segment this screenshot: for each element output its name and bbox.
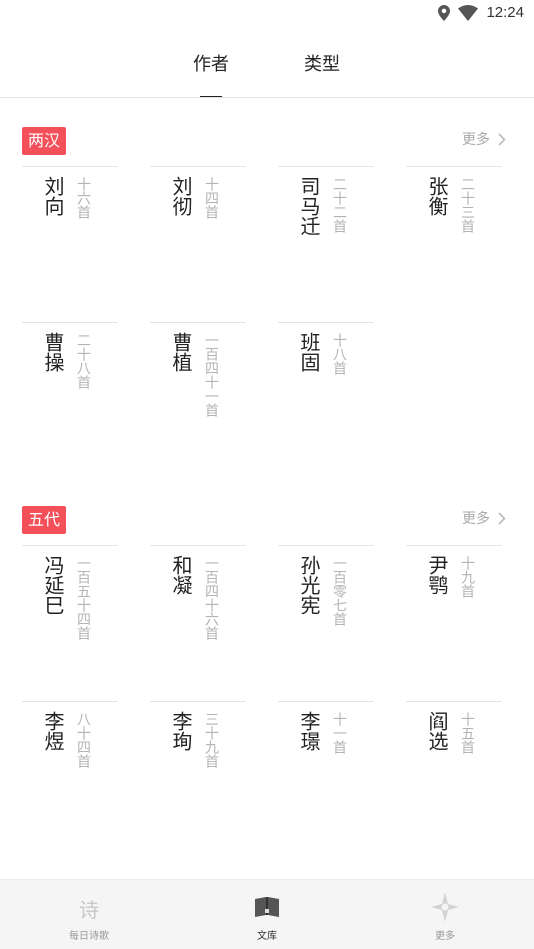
poem-count: 二十二首 bbox=[331, 177, 347, 233]
poem-count: 二十三首 bbox=[459, 177, 475, 233]
chevron-right-icon bbox=[498, 132, 506, 146]
tab-authors[interactable]: 作者 bbox=[193, 50, 229, 76]
author-name: 孙光宪 bbox=[297, 555, 321, 615]
poem-count: 二十八首 bbox=[75, 333, 91, 389]
poem-character-icon: 诗 bbox=[79, 898, 99, 922]
author-name: 刘彻 bbox=[169, 176, 193, 216]
more-label: 更多 bbox=[462, 511, 490, 527]
author-card[interactable]: 李璟 十一首 bbox=[278, 701, 374, 851]
tabs-divider bbox=[0, 97, 534, 98]
nav-label: 每日诗歌 bbox=[69, 931, 109, 942]
author-name: 张衡 bbox=[425, 176, 449, 216]
more-link[interactable]: 更多 bbox=[462, 508, 506, 528]
poem-count: 一百零七首 bbox=[331, 556, 347, 626]
open-book-icon bbox=[255, 897, 279, 917]
poem-count: 十六首 bbox=[75, 177, 91, 219]
dynasty-tag: 五代 bbox=[22, 506, 67, 534]
poem-count: 八十四首 bbox=[75, 712, 91, 768]
poem-count: 三十九首 bbox=[203, 712, 219, 768]
bottom-nav: 诗 每日诗歌 文库 更多 bbox=[0, 879, 534, 949]
status-time: 12:24 bbox=[486, 4, 524, 21]
author-card[interactable]: 李珣 三十九首 bbox=[150, 701, 246, 851]
author-card[interactable]: 和凝 一百四十六首 bbox=[150, 545, 246, 695]
author-name: 班固 bbox=[297, 332, 321, 372]
author-name: 阎选 bbox=[425, 711, 449, 751]
chevron-right-icon bbox=[498, 511, 506, 525]
author-name: 刘向 bbox=[41, 176, 65, 216]
author-name: 李璟 bbox=[297, 711, 321, 751]
status-bar: 12:24 bbox=[0, 0, 534, 28]
poem-count: 一百五十四首 bbox=[75, 556, 91, 640]
compass-star-icon bbox=[431, 892, 459, 922]
wifi-icon bbox=[458, 4, 479, 21]
poem-count: 十五首 bbox=[459, 712, 475, 754]
poem-count: 十四首 bbox=[203, 177, 219, 219]
poem-count: 十一首 bbox=[331, 712, 347, 754]
author-name: 冯延巳 bbox=[41, 555, 65, 615]
more-link[interactable]: 更多 bbox=[462, 129, 506, 149]
author-name: 李煜 bbox=[41, 711, 65, 751]
nav-daily-poem[interactable]: 诗 每日诗歌 bbox=[0, 880, 178, 949]
author-name: 尹鹗 bbox=[425, 555, 449, 595]
nav-label: 更多 bbox=[435, 931, 455, 942]
more-label: 更多 bbox=[462, 132, 490, 148]
author-card[interactable]: 孙光宪 一百零七首 bbox=[278, 545, 374, 695]
author-card[interactable]: 刘彻 十四首 bbox=[150, 166, 246, 316]
tab-types[interactable]: 类型 bbox=[304, 50, 340, 76]
top-tabs: 作者 类型 bbox=[0, 40, 534, 98]
author-card[interactable]: 李煜 八十四首 bbox=[22, 701, 118, 851]
author-card[interactable]: 曹操 二十八首 bbox=[22, 322, 118, 472]
author-card[interactable]: 冯延巳 一百五十四首 bbox=[22, 545, 118, 695]
author-name: 李珣 bbox=[169, 711, 193, 751]
dynasty-tag: 两汉 bbox=[22, 127, 67, 155]
poem-count: 十八首 bbox=[331, 333, 347, 375]
author-name: 曹植 bbox=[169, 332, 193, 372]
author-card[interactable]: 尹鹗 十九首 bbox=[406, 545, 502, 695]
poem-count: 十九首 bbox=[459, 556, 475, 598]
author-name: 和凝 bbox=[169, 555, 193, 595]
author-card[interactable]: 班固 十八首 bbox=[278, 322, 374, 472]
author-card[interactable]: 张衡 二十三首 bbox=[406, 166, 502, 316]
location-icon bbox=[438, 4, 451, 21]
author-name: 曹操 bbox=[41, 332, 65, 372]
author-name: 司马迁 bbox=[297, 176, 321, 236]
nav-label: 文库 bbox=[257, 931, 277, 942]
author-card[interactable]: 阎选 十五首 bbox=[406, 701, 502, 851]
author-card[interactable]: 司马迁 二十二首 bbox=[278, 166, 374, 316]
author-card[interactable]: 刘向 十六首 bbox=[22, 166, 118, 316]
poem-count: 一百四十六首 bbox=[203, 556, 219, 640]
author-card[interactable]: 曹植 一百四十一首 bbox=[150, 322, 246, 472]
status-icons: 12:24 bbox=[438, 4, 524, 21]
nav-library[interactable]: 文库 bbox=[178, 880, 356, 949]
nav-more[interactable]: 更多 bbox=[356, 880, 534, 949]
poem-count: 一百四十一首 bbox=[203, 333, 219, 417]
